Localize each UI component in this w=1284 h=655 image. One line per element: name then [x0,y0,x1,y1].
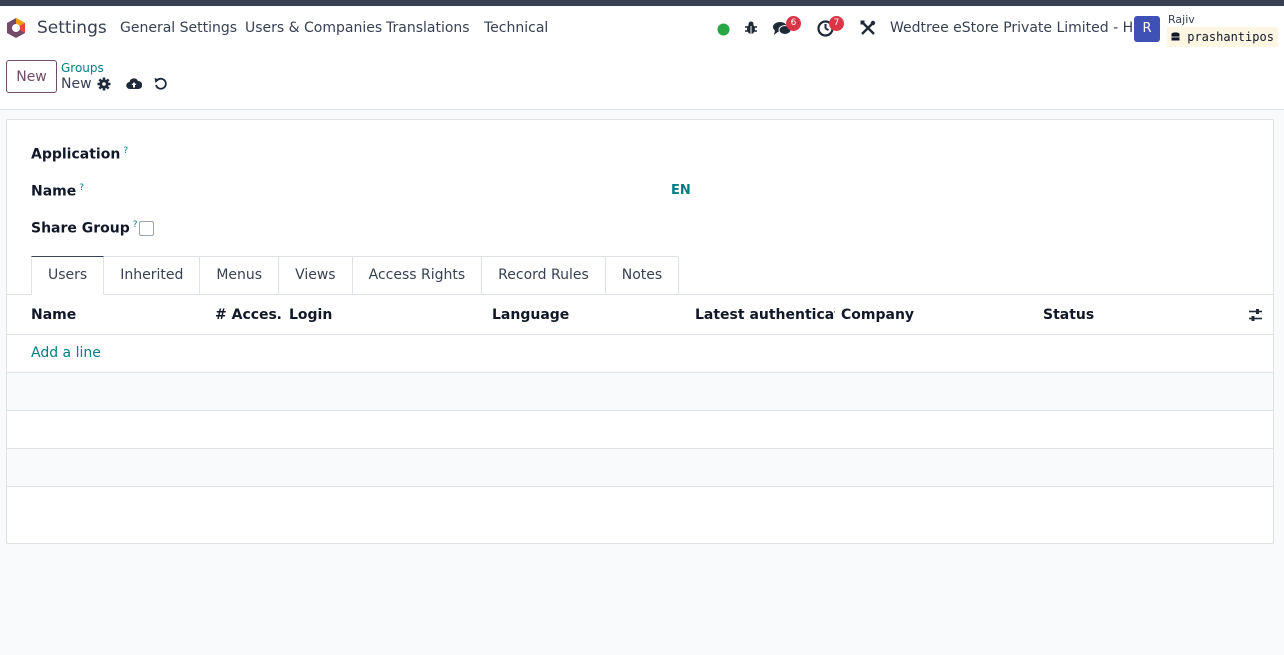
column-access-count[interactable]: # Acces… [215,307,281,323]
discard-undo-icon[interactable] [154,77,167,90]
app-name[interactable]: Settings [37,18,107,38]
name-tooltip[interactable]: ? [79,183,84,193]
column-name[interactable]: Name [31,307,201,323]
menu-translations[interactable]: Translations [386,20,470,36]
database-name: prashantipos [1187,30,1274,44]
user-name[interactable]: Rajiv [1168,13,1195,26]
column-company[interactable]: Company [841,307,1031,323]
table-row: Add a line [7,335,1273,373]
table-row [7,449,1273,487]
activities-badge: 7 [829,16,844,31]
gear-icon[interactable] [97,77,111,91]
control-panel: New Groups New [0,52,1284,110]
menu-general-settings[interactable]: General Settings [120,20,237,36]
column-status[interactable]: Status [1043,307,1223,323]
database-badge: prashantipos [1167,27,1278,47]
name-label-text: Name [31,183,77,200]
user-avatar[interactable]: R [1134,16,1160,42]
menu-technical[interactable]: Technical [484,20,548,36]
tab-inherited[interactable]: Inherited [104,256,201,295]
optional-columns-icon[interactable] [1248,308,1263,322]
language-toggle[interactable]: EN [671,183,691,198]
application-label-text: Application [31,146,121,163]
name-label: Name? [31,183,84,200]
tab-notes[interactable]: Notes [605,256,680,295]
users-table-header: Name # Acces… Login Language Latest auth… [7,295,1273,335]
tab-record-rules[interactable]: Record Rules [482,256,606,295]
tools-icon[interactable] [860,20,876,36]
form-sheet: Application? Name? EN Share Group? Users… [6,119,1274,544]
tab-menus[interactable]: Menus [200,256,280,295]
column-login[interactable]: Login [289,307,479,323]
application-tooltip[interactable]: ? [123,146,128,156]
tab-users[interactable]: Users [31,256,105,295]
add-line-link[interactable]: Add a line [31,345,101,361]
share-group-tooltip[interactable]: ? [133,220,138,230]
app-logo-icon[interactable] [6,18,26,38]
table-row [7,373,1273,411]
breadcrumb-groups[interactable]: Groups [61,61,104,75]
messages-badge: 6 [786,16,801,31]
share-group-checkbox[interactable] [139,221,154,236]
debug-bug-icon[interactable] [743,20,759,36]
status-dot-icon [717,23,730,36]
tab-views[interactable]: Views [279,256,353,295]
menu-users-companies[interactable]: Users & Companies [245,20,382,36]
save-cloud-icon[interactable] [126,77,142,90]
column-language[interactable]: Language [492,307,682,323]
table-row [7,411,1273,449]
new-button[interactable]: New [6,60,57,93]
company-switcher[interactable]: Wedtree eStore Private Limited - HO [890,20,1144,36]
database-icon [1171,32,1180,41]
column-latest-authentication[interactable]: Latest authenticati… [695,307,835,323]
share-group-label: Share Group? [31,220,138,237]
application-label: Application? [31,146,128,163]
record-name: New [61,76,92,92]
top-navbar: Settings General Settings Users & Compan… [0,6,1284,52]
notebook-tabs: Users Inherited Menus Views Access Right… [31,256,680,295]
share-group-label-text: Share Group [31,220,130,237]
tab-access-rights[interactable]: Access Rights [352,256,483,295]
